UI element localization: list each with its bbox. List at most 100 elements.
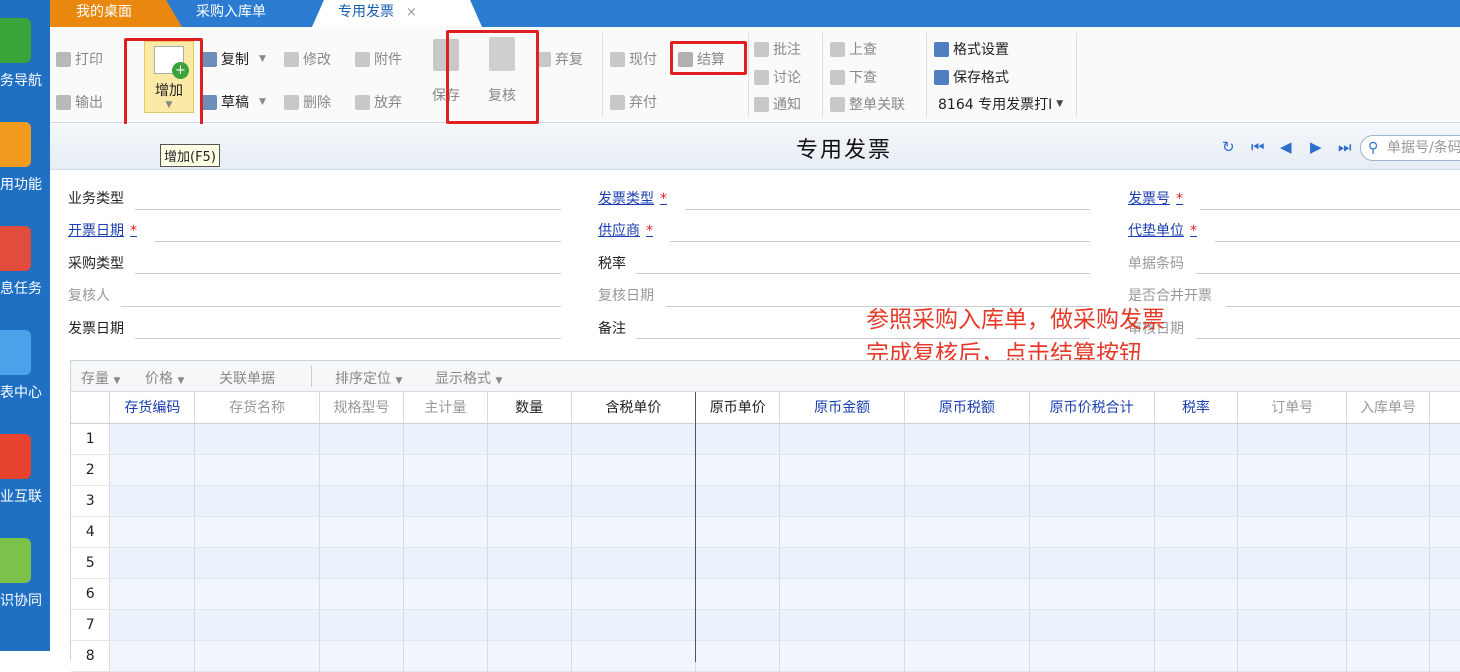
next-record-icon[interactable]: ▶ — [1310, 138, 1322, 156]
table-cell[interactable] — [1154, 423, 1239, 455]
table-cell[interactable] — [1237, 640, 1348, 672]
table-cell[interactable] — [571, 547, 697, 579]
table-cell[interactable] — [1429, 609, 1460, 641]
notify-button[interactable]: 通知 — [754, 94, 801, 114]
table-cell[interactable] — [319, 423, 404, 455]
table-cell[interactable] — [1346, 578, 1431, 610]
table-cell[interactable] — [1154, 609, 1239, 641]
table-row[interactable]: 7 — [71, 609, 1460, 641]
column-header[interactable]: 数量 — [487, 392, 572, 424]
table-cell[interactable] — [109, 423, 196, 455]
table-row[interactable]: 3 — [71, 485, 1460, 517]
table-cell[interactable] — [779, 454, 905, 486]
table-cell[interactable] — [1154, 578, 1239, 610]
table-cell[interactable] — [1346, 609, 1431, 641]
table-cell[interactable] — [1237, 609, 1348, 641]
table-cell[interactable] — [695, 640, 781, 672]
column-header[interactable]: 税率 — [1154, 392, 1239, 424]
table-cell[interactable] — [779, 485, 905, 517]
table-cell[interactable] — [779, 547, 905, 579]
table-cell[interactable] — [571, 485, 697, 517]
first-record-icon[interactable]: ⏮ — [1251, 138, 1265, 156]
table-cell[interactable] — [1429, 485, 1460, 517]
unpay-button[interactable]: 弃付 — [610, 92, 657, 112]
business-type-field[interactable] — [135, 209, 561, 210]
table-cell[interactable] — [487, 547, 572, 579]
table-cell[interactable] — [319, 516, 404, 548]
column-header[interactable]: 原币税额 — [904, 392, 1030, 424]
table-cell[interactable] — [1029, 454, 1155, 486]
table-cell[interactable] — [109, 578, 196, 610]
table-cell[interactable] — [1029, 609, 1155, 641]
settle-button[interactable]: 结算 — [678, 49, 725, 69]
table-cell[interactable] — [1429, 423, 1460, 455]
table-cell[interactable] — [779, 578, 905, 610]
table-cell[interactable] — [1429, 578, 1460, 610]
print-template-select[interactable]: 8164 专用发票打I ▼ — [938, 94, 1063, 114]
table-row[interactable]: 2 — [71, 454, 1460, 486]
nav-item-report-center[interactable]: 表中心 — [0, 330, 50, 430]
delete-button[interactable]: 删除 — [284, 92, 331, 112]
merge-invoice-field[interactable] — [1226, 306, 1460, 307]
tab-purchase-receipt[interactable]: 采购入库单 — [170, 0, 330, 27]
table-cell[interactable] — [194, 547, 321, 579]
table-cell[interactable] — [1429, 547, 1460, 579]
column-header[interactable]: 含税单价 — [571, 392, 697, 424]
table-cell[interactable] — [904, 578, 1030, 610]
table-cell[interactable] — [487, 423, 572, 455]
invoice-number-field[interactable] — [1200, 209, 1460, 210]
table-cell[interactable] — [1237, 547, 1348, 579]
advance-unit-label[interactable]: 代垫单位 * — [1128, 220, 1197, 240]
save-button[interactable]: 保存 — [428, 39, 464, 105]
table-cell[interactable] — [1346, 547, 1431, 579]
format-settings-button[interactable]: 格式设置 — [934, 39, 1009, 59]
table-cell[interactable] — [319, 485, 404, 517]
link-all-button[interactable]: 整单关联 — [830, 94, 905, 114]
barcode-field[interactable] — [1196, 273, 1460, 274]
review-button[interactable]: 复核 — [482, 37, 522, 105]
table-cell[interactable] — [109, 485, 196, 517]
table-cell[interactable] — [403, 454, 488, 486]
table-cell[interactable] — [194, 423, 321, 455]
column-header[interactable] — [1429, 392, 1460, 424]
modify-button[interactable]: 修改 — [284, 49, 331, 69]
draft-button[interactable]: 草稿 ▼ — [202, 92, 266, 112]
table-cell[interactable] — [319, 640, 404, 672]
column-header[interactable]: 主计量 — [403, 392, 488, 424]
unreview-button[interactable]: 弃复 — [536, 49, 583, 69]
tab-special-invoice[interactable]: 专用发票 × — [312, 0, 482, 27]
table-cell[interactable] — [571, 454, 697, 486]
table-cell[interactable] — [904, 640, 1030, 672]
table-cell[interactable] — [194, 485, 321, 517]
last-record-icon[interactable]: ⏭ — [1338, 138, 1352, 156]
table-cell[interactable] — [1029, 516, 1155, 548]
table-cell[interactable] — [1346, 485, 1431, 517]
table-cell[interactable] — [319, 609, 404, 641]
table-cell[interactable] — [1346, 423, 1431, 455]
table-cell[interactable] — [194, 640, 321, 672]
table-row[interactable]: 5 — [71, 547, 1460, 579]
table-cell[interactable] — [779, 609, 905, 641]
table-cell[interactable] — [904, 516, 1030, 548]
column-header[interactable]: 存货名称 — [194, 392, 321, 424]
abandon-button[interactable]: 放弃 — [355, 92, 402, 112]
table-cell[interactable] — [1237, 516, 1348, 548]
invoice-type-label[interactable]: 发票类型 * — [598, 188, 667, 208]
table-cell[interactable] — [109, 454, 196, 486]
table-cell[interactable] — [571, 640, 697, 672]
table-cell[interactable] — [403, 640, 488, 672]
down-query-button[interactable]: 下查 — [830, 67, 877, 87]
save-format-button[interactable]: 保存格式 — [934, 67, 1009, 87]
stock-menu[interactable]: 存量 ▼ — [81, 368, 120, 388]
open-date-field[interactable] — [155, 241, 561, 242]
table-cell[interactable] — [1237, 423, 1348, 455]
table-cell[interactable] — [1429, 516, 1460, 548]
table-cell[interactable] — [403, 609, 488, 641]
print-button[interactable]: 打印 — [56, 49, 103, 69]
table-cell[interactable] — [319, 578, 404, 610]
close-icon[interactable]: × — [406, 5, 417, 20]
table-row[interactable]: 4 — [71, 516, 1460, 548]
table-cell[interactable] — [571, 516, 697, 548]
table-cell[interactable] — [194, 609, 321, 641]
table-cell[interactable] — [1429, 640, 1460, 672]
